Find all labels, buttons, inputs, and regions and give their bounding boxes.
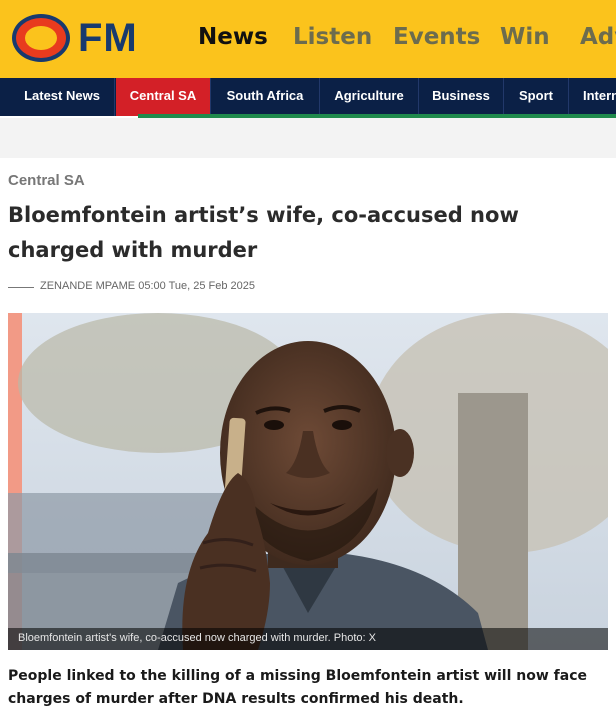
category-sport[interactable]: Sport xyxy=(504,78,569,116)
article-lead: People linked to the killing of a missin… xyxy=(8,668,587,707)
category-central-sa[interactable]: Central SA xyxy=(116,78,211,116)
news-photo-icon xyxy=(8,313,608,650)
nav-news[interactable]: News xyxy=(198,24,268,50)
ofm-logo[interactable]: FM xyxy=(8,10,148,66)
category-agriculture[interactable]: Agriculture xyxy=(320,78,419,116)
image-caption: Bloemfontein artist's wife, co-accused n… xyxy=(18,632,376,644)
nav-listen[interactable]: Listen xyxy=(293,24,372,50)
category-business[interactable]: Business xyxy=(419,78,504,116)
category-latest-news[interactable]: Latest News xyxy=(10,78,115,116)
byline-time: 05:00 xyxy=(138,280,166,292)
ad-space xyxy=(0,118,616,158)
article-category[interactable]: Central SA xyxy=(8,172,85,189)
nav-win[interactable]: Win xyxy=(500,24,550,50)
byline-author[interactable]: ZENANDE MPAME xyxy=(40,280,135,292)
logo-text: FM xyxy=(78,16,138,60)
article-headline: Bloemfontein artist’s wife, co-accused n… xyxy=(8,203,519,262)
nav-events[interactable]: Events xyxy=(393,24,480,50)
article-byline: ZENANDE MPAME 05:00 Tue, 25 Feb 2025 xyxy=(40,280,255,292)
article-image[interactable] xyxy=(8,313,608,650)
category-south-africa[interactable]: South Africa xyxy=(211,78,320,116)
nav-advertise[interactable]: Adv xyxy=(580,24,616,50)
byline-date: Tue, 25 Feb 2025 xyxy=(168,280,256,292)
byline-divider xyxy=(8,287,34,288)
category-international[interactable]: Intern xyxy=(569,78,616,116)
page: FM News Listen Events Win Adv Latest New… xyxy=(0,0,616,713)
